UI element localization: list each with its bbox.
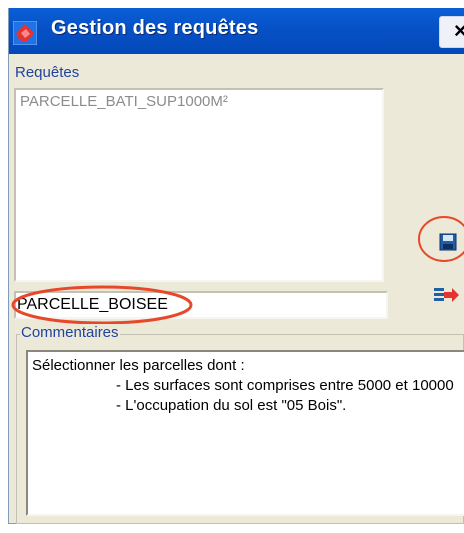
window-title: Gestion des requêtes [51, 17, 259, 39]
requetes-listbox[interactable]: PARCELLE_BATI_SUP1000M² [14, 88, 384, 282]
app-icon [13, 21, 37, 45]
comment-line: - L'occupation du sol est "05 Bois". [116, 397, 347, 414]
comments-textarea[interactable]: Sélectionner les parcelles dont : - Les … [26, 350, 464, 516]
comment-line: Sélectionner les parcelles dont : [32, 357, 245, 374]
comment-line: - Les surfaces sont comprises entre 5000… [116, 377, 454, 394]
title-bar[interactable]: Gestion des requêtes × [9, 8, 464, 54]
commentaires-label: Commentaires [20, 324, 120, 341]
export-icon [434, 288, 459, 302]
export-button[interactable] [428, 282, 460, 310]
list-item[interactable]: PARCELLE_BATI_SUP1000M² [20, 93, 228, 110]
save-icon [439, 233, 457, 251]
close-icon: × [454, 18, 464, 44]
save-button[interactable] [424, 222, 464, 260]
query-name-input[interactable] [14, 291, 388, 319]
close-button[interactable]: × [439, 16, 464, 48]
requetes-label: Requêtes [15, 64, 80, 81]
